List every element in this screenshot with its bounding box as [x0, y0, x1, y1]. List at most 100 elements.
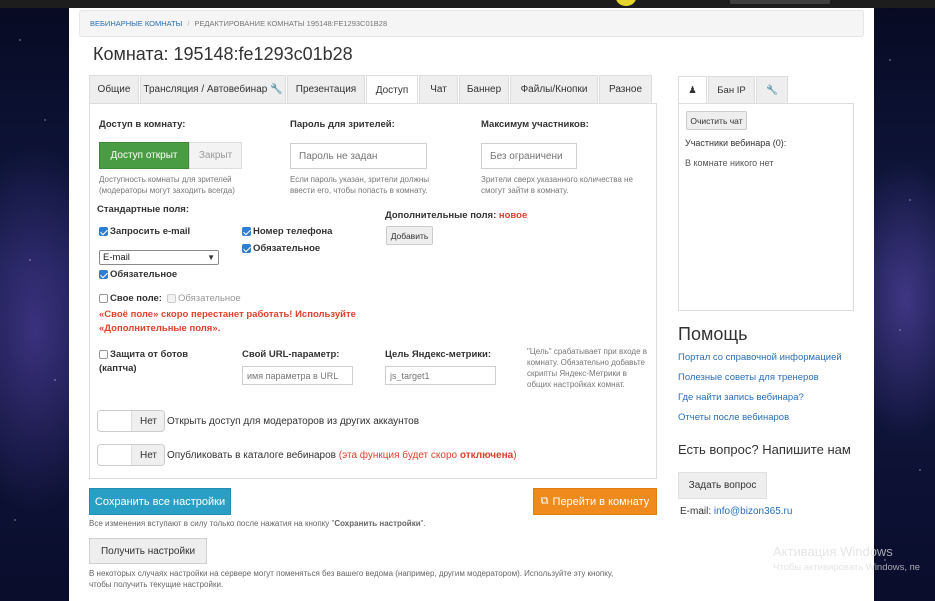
user-name[interactable]	[730, 0, 830, 4]
clear-chat-button[interactable]: Очистить чат	[686, 111, 747, 130]
phone-required-checkbox[interactable]	[242, 244, 251, 253]
windows-activation-watermark: Активация Windows Чтобы активировать Win…	[773, 544, 920, 573]
external-link-icon: ⧉	[540, 495, 549, 507]
catalog-note-suffix: )	[513, 450, 517, 461]
access-closed-button[interactable]: Закрыт	[189, 142, 242, 169]
email-field-select[interactable]: E-mail ▼	[99, 250, 219, 265]
tab-tools[interactable]: 🔧	[756, 76, 788, 104]
help-link-reports[interactable]: Отчеты после вебинаров	[678, 412, 789, 423]
tab-label: Файлы/Кнопки	[520, 84, 588, 95]
main-panel: Вебинарные комнаты / Редактирование комнат…	[69, 8, 874, 601]
tab-files-buttons[interactable]: Файлы/Кнопки	[510, 75, 598, 103]
participants-empty: В комнате никого нет	[685, 158, 774, 168]
tab-banner[interactable]: Баннер	[459, 75, 509, 103]
yandex-goal-label: Цель Яндекс-метрики:	[385, 349, 492, 360]
add-field-button[interactable]: Добавить	[386, 226, 433, 245]
catalog-publish-toggle[interactable]: Нет	[97, 444, 165, 466]
own-field-required-label: Обязательное	[178, 293, 241, 304]
url-param-input[interactable]	[242, 366, 353, 385]
email-link[interactable]: info@bizon365.ru	[714, 506, 793, 517]
url-param-label: Свой URL-параметр:	[242, 349, 340, 360]
captcha-checkbox[interactable]	[99, 350, 108, 359]
moderators-access-toggle[interactable]: Нет	[97, 410, 165, 432]
tab-misc[interactable]: Разное	[599, 75, 652, 103]
password-input[interactable]	[290, 143, 427, 169]
tab-label: Чат	[430, 84, 447, 95]
own-field-warning-line2: «Дополнительные поля».	[99, 323, 221, 334]
breadcrumb-link-rooms[interactable]: Вебинарные комнаты	[90, 19, 182, 28]
tab-presentation[interactable]: Презентация	[287, 75, 365, 103]
phone-checkbox[interactable]	[242, 227, 251, 236]
watermark-line1: Активация Windows	[773, 544, 893, 559]
captcha-label-line1: Защита от ботов	[110, 349, 189, 360]
help-link-recording[interactable]: Где найти запись вебинара?	[678, 392, 804, 403]
watermark-line2: Чтобы активировать Windows, пе	[773, 562, 921, 573]
user-icon: ♟	[688, 85, 697, 96]
question-title: Есть вопрос? Напишите нам	[678, 442, 851, 457]
tab-broadcast[interactable]: Трансляция / Автовебинар 🔧	[140, 75, 286, 103]
email-select-value: E-mail	[103, 252, 130, 263]
tab-label: Бан IP	[717, 85, 746, 96]
email-label: E-mail:	[680, 506, 712, 517]
tab-access[interactable]: Доступ	[366, 75, 418, 105]
access-open-button[interactable]: Доступ открыт	[99, 142, 189, 169]
breadcrumb-separator: /	[187, 19, 190, 28]
toggle-knob	[98, 445, 132, 465]
catalog-note-bold: отключена	[459, 450, 514, 461]
yandex-goal-input[interactable]	[385, 366, 496, 385]
get-settings-button[interactable]: Получить настройки	[89, 538, 207, 564]
ask-question-button[interactable]: Задать вопрос	[678, 472, 767, 499]
wrench-icon: 🔧	[766, 85, 778, 96]
request-email-label: Запросить e-mail	[110, 226, 191, 237]
new-badge: новое	[498, 210, 528, 221]
get-note-line2: чтобы получить текущие настройки.	[89, 580, 224, 589]
own-field-checkbox[interactable]	[99, 294, 108, 303]
help-title: Помощь	[678, 324, 748, 344]
extra-fields-label-text: Дополнительные поля:	[385, 210, 497, 221]
tab-participants[interactable]: ♟	[678, 76, 707, 104]
yandex-goal-hint: "Цель" срабатывает при входе в комнату. …	[527, 347, 647, 389]
toggle-value: Нет	[132, 445, 164, 465]
tab-chat[interactable]: Чат	[419, 75, 458, 103]
extra-fields-label: Дополнительные поля: новое	[385, 210, 527, 221]
email-required-checkbox[interactable]	[99, 270, 108, 279]
save-all-settings-button[interactable]: Сохранить все настройки	[89, 488, 231, 515]
max-participants-hint: Зрители сверх указанного количества не с…	[481, 175, 633, 195]
chevron-down-icon: ▼	[207, 253, 215, 262]
phone-required-label: Обязательное	[253, 243, 321, 254]
get-note-line1: В некоторых случаях настройки на сервере…	[89, 569, 614, 578]
tab-ban-ip[interactable]: Бан IP	[708, 76, 755, 104]
moderators-access-label: Открыть доступ для модераторов из других…	[167, 416, 420, 427]
own-field-warning-line1: «Своё поле» скоро перестанет работать! И…	[99, 309, 356, 320]
tab-general[interactable]: Общие	[89, 75, 139, 103]
toggle-value: Нет	[132, 411, 164, 431]
request-email-checkbox[interactable]	[99, 227, 108, 236]
own-field-required-checkbox[interactable]	[167, 294, 176, 303]
go-to-room-label: Перейти в комнату	[552, 495, 650, 508]
help-link-portal[interactable]: Портал со справочной информацией	[678, 352, 842, 363]
max-participants-label: Максимум участников:	[481, 119, 589, 130]
go-to-room-button[interactable]: ⧉ Перейти в комнату	[533, 488, 657, 515]
password-label: Пароль для зрителей:	[290, 119, 395, 130]
help-link-tips[interactable]: Полезные советы для тренеров	[678, 372, 819, 383]
support-email: E-mail: info@bizon365.ru	[680, 506, 792, 517]
save-note: Все изменения вступают в силу только пос…	[89, 518, 426, 529]
tab-label: Трансляция / Автовебинар	[143, 84, 268, 95]
save-note-prefix: Все изменения вступают в силу только пос…	[89, 519, 335, 528]
password-hint: Если пароль указан, зрители должны ввест…	[290, 175, 430, 195]
tab-label: Баннер	[466, 84, 502, 95]
catalog-note-prefix: (эта функция будет скоро	[338, 450, 460, 461]
wrench-icon: 🔧	[270, 84, 283, 95]
captcha-label-line2: (каптча)	[99, 363, 137, 374]
avatar[interactable]	[616, 0, 636, 6]
email-required-label: Обязательное	[110, 269, 178, 280]
toggle-knob	[98, 411, 132, 431]
breadcrumb-current: Редактирование комнаты 195148:fe1293c01b…	[194, 19, 388, 28]
access-hint: Доступность комнаты для зрителей (модера…	[99, 175, 235, 195]
phone-label: Номер телефона	[253, 226, 333, 237]
save-note-bold: Сохранить настройки	[334, 519, 421, 528]
get-settings-note: В некоторых случаях настройки на сервере…	[89, 568, 669, 590]
max-participants-input[interactable]	[481, 143, 577, 169]
participants-panel: Очистить чат Участники вебинара (0): В к…	[678, 103, 854, 311]
access-label: Доступ в комнату:	[99, 119, 186, 130]
